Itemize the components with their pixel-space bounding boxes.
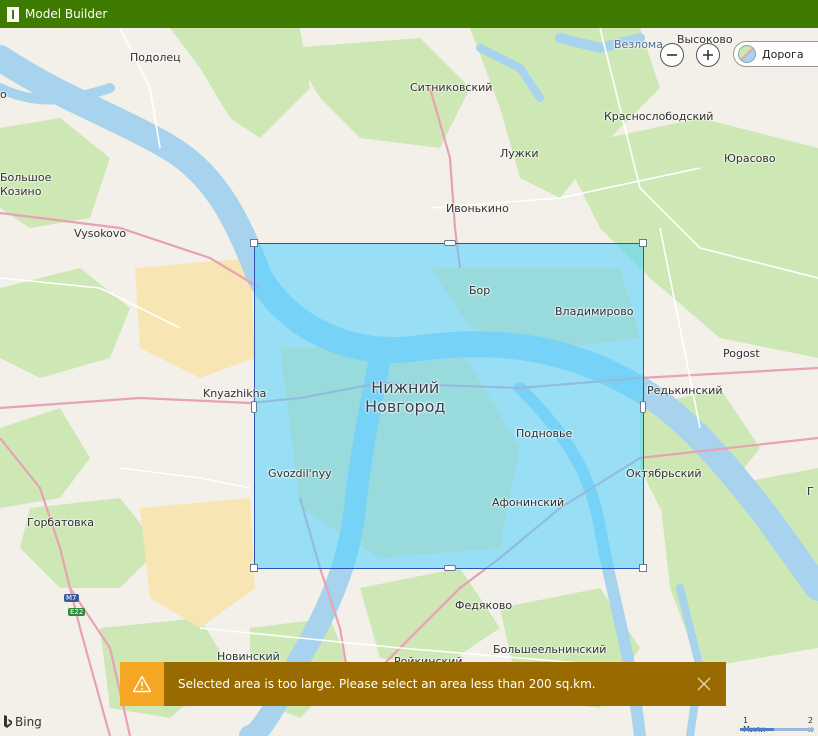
plus-icon	[703, 50, 713, 60]
bing-attribution: Bing	[15, 715, 42, 729]
road-shield-m7: M7	[64, 594, 79, 602]
resize-handle-s[interactable]	[444, 565, 456, 571]
resize-handle-w[interactable]	[251, 401, 257, 413]
zoom-in-button[interactable]	[696, 43, 720, 67]
selection-rectangle[interactable]	[250, 239, 647, 572]
map-label: Ивонькино	[446, 202, 509, 215]
map-label: Vysokovo	[74, 227, 127, 240]
close-icon	[697, 677, 711, 691]
resize-handle-e[interactable]	[640, 401, 646, 413]
map-label: Подолец	[130, 51, 181, 64]
map-label: Юрасово	[724, 152, 776, 165]
title-bar: Model Builder	[0, 0, 818, 28]
map-label: Октябрьский	[626, 467, 702, 480]
toast-close-button[interactable]	[692, 672, 716, 696]
map-label: Везлома	[614, 38, 663, 51]
map-style-label: Дорога	[762, 47, 804, 61]
resize-handle-n[interactable]	[444, 240, 456, 246]
zoom-out-button[interactable]	[660, 43, 684, 67]
map-label: Бор	[469, 284, 491, 297]
map-label: Большое Козино	[0, 171, 52, 198]
map-label: Редькинский	[647, 384, 723, 397]
scale-label-miles: 1 Мили	[743, 716, 765, 734]
toast-message: Selected area is too large. Please selec…	[178, 677, 596, 691]
map-label: Gvozdil'nyy	[268, 467, 332, 480]
scale-bar-miles	[740, 728, 774, 731]
road-shield-e22: E22	[68, 608, 86, 616]
map-label: Владимирово	[555, 305, 634, 318]
map-label: Г	[807, 485, 814, 498]
window-title: Model Builder	[25, 7, 108, 21]
map-label: Большеельнинский	[493, 643, 607, 656]
map-label: Афонинский	[492, 496, 565, 509]
bing-icon	[4, 715, 12, 728]
map-view[interactable]: Подолец Ситниковский Везлома Высоково Кр…	[0, 28, 818, 736]
resize-handle-ne[interactable]	[639, 239, 647, 247]
map-label: Подновье	[516, 427, 573, 440]
warning-icon	[132, 675, 152, 693]
map-style-icon	[738, 45, 756, 63]
resize-handle-sw[interactable]	[250, 564, 258, 572]
map-style-picker[interactable]: Дорога	[733, 41, 818, 67]
scale-label-km: 2 к	[808, 716, 814, 734]
map-label: Лужки	[500, 147, 539, 160]
map-label: Pogost	[723, 347, 760, 360]
app-icon	[7, 6, 19, 22]
map-label: Горбатовка	[27, 516, 94, 529]
map-label: о	[0, 88, 7, 101]
minus-icon	[667, 54, 677, 56]
city-label: Нижний Новгород	[365, 378, 446, 416]
warning-icon-box	[120, 662, 164, 706]
bing-logo: Bing	[3, 715, 42, 729]
map-label: Knyazhikha	[203, 387, 267, 400]
map-label: Краснослободский	[604, 110, 714, 123]
map-label: Федяково	[455, 599, 513, 612]
map-label: Ситниковский	[410, 81, 493, 94]
scale-bar-km	[774, 728, 814, 731]
resize-handle-se[interactable]	[639, 564, 647, 572]
warning-toast: Selected area is too large. Please selec…	[120, 662, 726, 706]
resize-handle-nw[interactable]	[250, 239, 258, 247]
